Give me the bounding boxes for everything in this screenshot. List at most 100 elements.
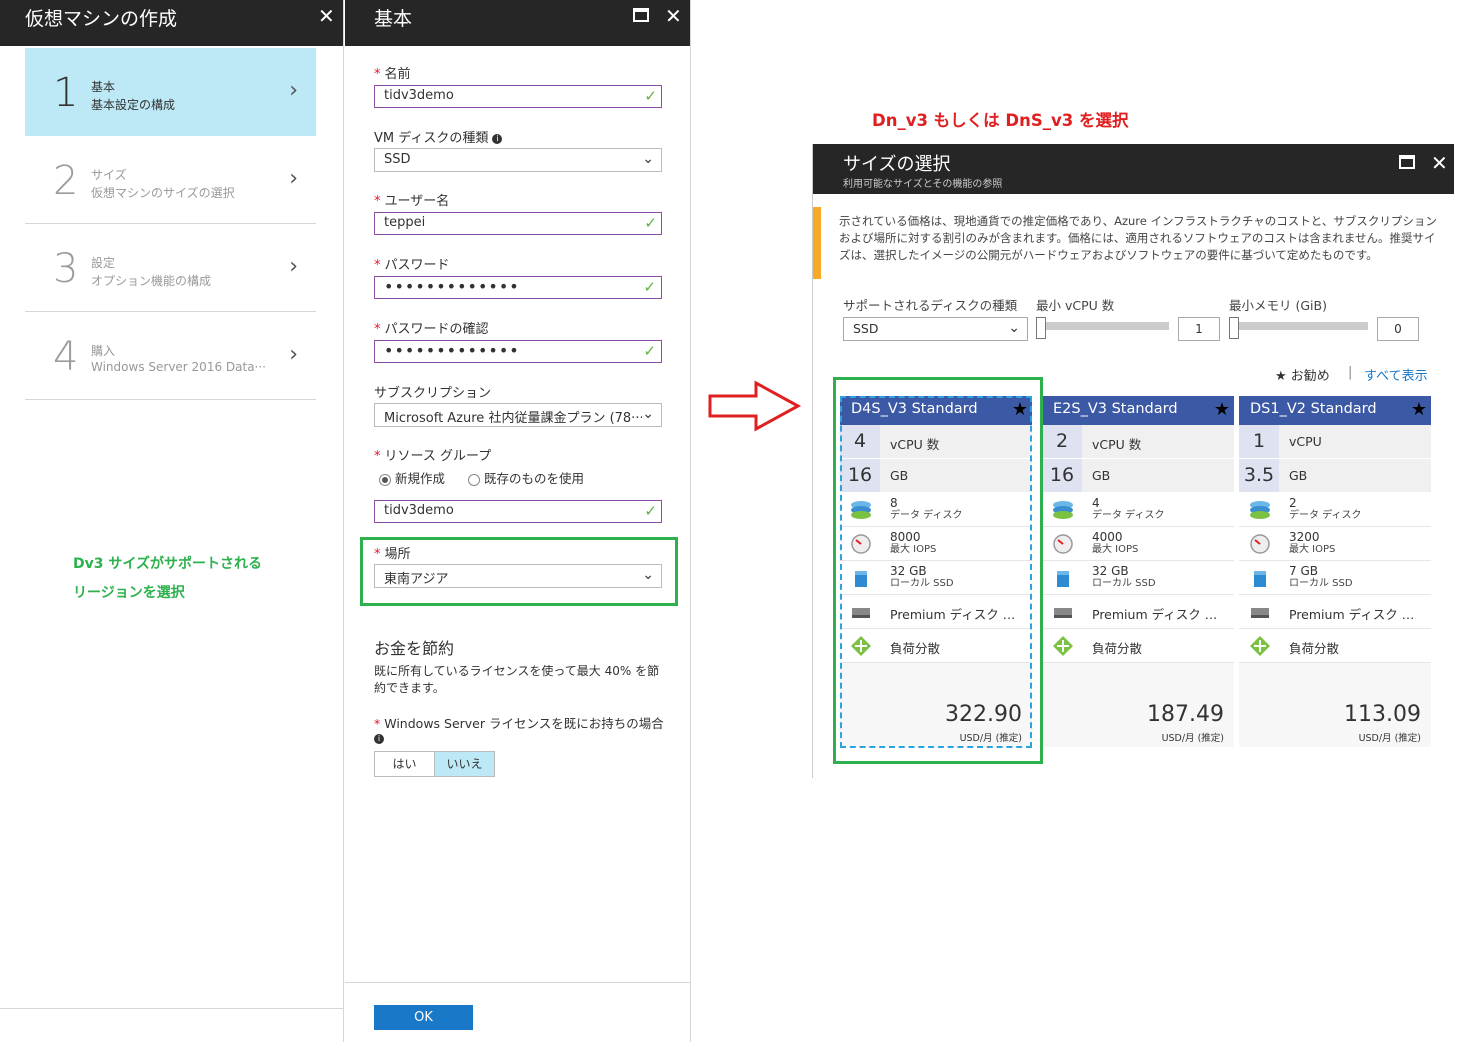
- subscription-select[interactable]: Microsoft Azure 社内従量課金プラン (78··· ⌄: [374, 403, 662, 427]
- license-info: i: [374, 731, 384, 746]
- location-label: * 場所: [374, 547, 411, 562]
- password-input[interactable]: ••••••••••••• ✓: [374, 276, 662, 299]
- step-purchase[interactable]: 4 購入 Windows Server 2016 Data··· ›: [25, 312, 316, 400]
- memory-slider-track[interactable]: [1229, 322, 1368, 330]
- memory-value-input[interactable]: 0: [1377, 317, 1419, 341]
- step-title: 設定: [91, 256, 116, 270]
- data-disk-icon: [851, 501, 871, 519]
- vcpu-filter-label: 最小 vCPU 数: [1036, 298, 1115, 313]
- chevron-down-icon: ⌄: [642, 567, 654, 583]
- recommended-filter[interactable]: ★ お勧め: [1275, 365, 1330, 384]
- step-number: 4: [53, 334, 79, 380]
- region-annotation-line1: Dv3 サイズがサポートされる: [73, 556, 262, 572]
- star-icon: ★: [1213, 399, 1230, 420]
- size-card-e2s-v3[interactable]: E2S_V3 Standard ★ 2 vCPU 数 16 GB 4 データ ディスク …: [1042, 396, 1234, 747]
- step-number: 3: [53, 246, 79, 292]
- memory-filter-label: 最小メモリ (GiB): [1229, 298, 1327, 313]
- disk-filter-label: サポートされるディスクの種類: [843, 298, 1018, 313]
- chevron-right-icon: ›: [289, 78, 298, 103]
- gauge-icon: [851, 534, 871, 554]
- local-ssd-row: 32 GB ローカル SSD: [840, 561, 1032, 595]
- step-number: 2: [53, 158, 79, 204]
- load-balancing-row: 負荷分散: [1042, 629, 1234, 663]
- step-title: 購入: [91, 344, 116, 358]
- data-disks-row: 8 データ ディスク: [840, 493, 1032, 527]
- rg-new-radio[interactable]: 新規作成: [379, 468, 445, 487]
- basics-title: 基本: [374, 8, 413, 30]
- ssd-icon: [1057, 571, 1069, 587]
- check-icon: ✓: [643, 342, 657, 360]
- info-icon[interactable]: i: [492, 133, 503, 144]
- card-header: E2S_V3 Standard ★: [1042, 396, 1234, 425]
- premium-disk-icon: [1251, 608, 1269, 618]
- load-balancing-row: 負荷分散: [1239, 629, 1431, 663]
- step-number: 1: [53, 70, 79, 116]
- memory-row: 16 GB: [1042, 459, 1234, 493]
- load-balancer-icon: [1250, 636, 1270, 656]
- price-unit: USD/月 (推定): [1161, 733, 1224, 744]
- close-icon[interactable]: ✕: [1431, 151, 1448, 175]
- size-card-d4s-v3[interactable]: D4S_V3 Standard ★ 4 vCPU 数 16 GB 8 データ ディスク …: [840, 396, 1032, 747]
- close-icon[interactable]: ✕: [318, 4, 335, 28]
- step-subtitle: 基本設定の構成: [91, 98, 176, 112]
- maximize-icon[interactable]: [633, 8, 649, 22]
- disk-type-label: VM ディスクの種類 i: [374, 127, 503, 146]
- card-header: D4S_V3 Standard ★: [840, 396, 1032, 425]
- chevron-right-icon: ›: [289, 166, 298, 191]
- data-disks-row: 4 データ ディスク: [1042, 493, 1234, 527]
- memory-slider-thumb[interactable]: [1229, 317, 1239, 339]
- premium-disk-row: Premium ディスク サポ···: [840, 595, 1032, 629]
- maximize-icon[interactable]: [1399, 155, 1415, 169]
- vcpu-slider-thumb[interactable]: [1036, 317, 1046, 339]
- premium-disk-row: Premium ディスク サポ···: [1239, 595, 1431, 629]
- rg-existing-radio[interactable]: 既存のものを使用: [468, 468, 584, 487]
- premium-disk-icon: [1054, 608, 1072, 618]
- license-no-button[interactable]: いいえ: [434, 751, 495, 777]
- disk-type-select[interactable]: SSD ⌄: [374, 148, 662, 172]
- info-icon[interactable]: i: [374, 733, 384, 744]
- local-ssd-row: 7 GB ローカル SSD: [1239, 561, 1431, 595]
- size-card-ds1-v2[interactable]: DS1_V2 Standard ★ 1 vCPU 3.5 GB 2 データ ディスク 3…: [1239, 396, 1431, 747]
- location-select[interactable]: 東南アジア ⌄: [374, 564, 662, 588]
- pricing-notice: 示されている価格は、現地通貨での推定価格であり、Azure インフラストラクチャ…: [813, 207, 1455, 279]
- iops-row: 3200 最大 IOPS: [1239, 527, 1431, 561]
- chevron-down-icon: ⌄: [1008, 320, 1020, 336]
- price-value: 322.90: [945, 702, 1022, 727]
- create-vm-header: 仮想マシンの作成 ✕: [0, 0, 343, 46]
- password-confirm-input[interactable]: ••••••••••••• ✓: [374, 340, 662, 363]
- close-icon[interactable]: ✕: [665, 4, 682, 28]
- chevron-right-icon: ›: [289, 254, 298, 279]
- radio-icon: [468, 473, 480, 486]
- disk-filter-select[interactable]: SSD ⌄: [843, 317, 1028, 341]
- create-vm-title: 仮想マシンの作成: [25, 8, 178, 30]
- username-label: * ユーザー名: [374, 194, 450, 209]
- step-subtitle: オプション機能の構成: [91, 274, 212, 288]
- check-icon: ✓: [643, 278, 657, 296]
- step-basic[interactable]: 1 基本 基本設定の構成 ›: [25, 48, 316, 136]
- size-subtitle: 利用可能なサイズとその機能の参照: [843, 179, 1003, 190]
- name-label: * 名前: [374, 67, 411, 82]
- size-header: サイズの選択 利用可能なサイズとその機能の参照 ✕: [813, 144, 1454, 194]
- vcpu-slider-track[interactable]: [1036, 322, 1169, 330]
- price-value: 187.49: [1147, 702, 1224, 727]
- vcpu-row: 1 vCPU: [1239, 425, 1431, 459]
- step-settings[interactable]: 3 設定 オプション機能の構成 ›: [25, 224, 316, 312]
- license-label: * Windows Server ライセンスを既にお持ちの場合: [374, 716, 664, 731]
- load-balancer-icon: [1053, 636, 1073, 656]
- footer-divider: [0, 1008, 344, 1009]
- chevron-down-icon: ⌄: [642, 151, 654, 167]
- step-size[interactable]: 2 サイズ 仮想マシンのサイズの選択 ›: [25, 136, 316, 224]
- load-balancer-icon: [851, 636, 871, 656]
- resource-group-input[interactable]: tidv3demo ✓: [374, 500, 662, 523]
- vcpu-value-input[interactable]: 1: [1178, 317, 1220, 341]
- ok-button[interactable]: OK: [374, 1005, 473, 1030]
- license-yes-button[interactable]: はい: [374, 751, 435, 777]
- show-all-link[interactable]: すべて表示: [1364, 365, 1428, 384]
- gauge-icon: [1250, 534, 1270, 554]
- username-input[interactable]: teppei ✓: [374, 212, 662, 235]
- name-input[interactable]: tidv3demo ✓: [374, 85, 662, 108]
- footer-divider: [345, 982, 691, 983]
- save-money-desc: 既に所有しているライセンスを使って最大 40% を節約できます。: [374, 664, 660, 695]
- star-icon: ★: [1011, 399, 1028, 420]
- data-disks-row: 2 データ ディスク: [1239, 493, 1431, 527]
